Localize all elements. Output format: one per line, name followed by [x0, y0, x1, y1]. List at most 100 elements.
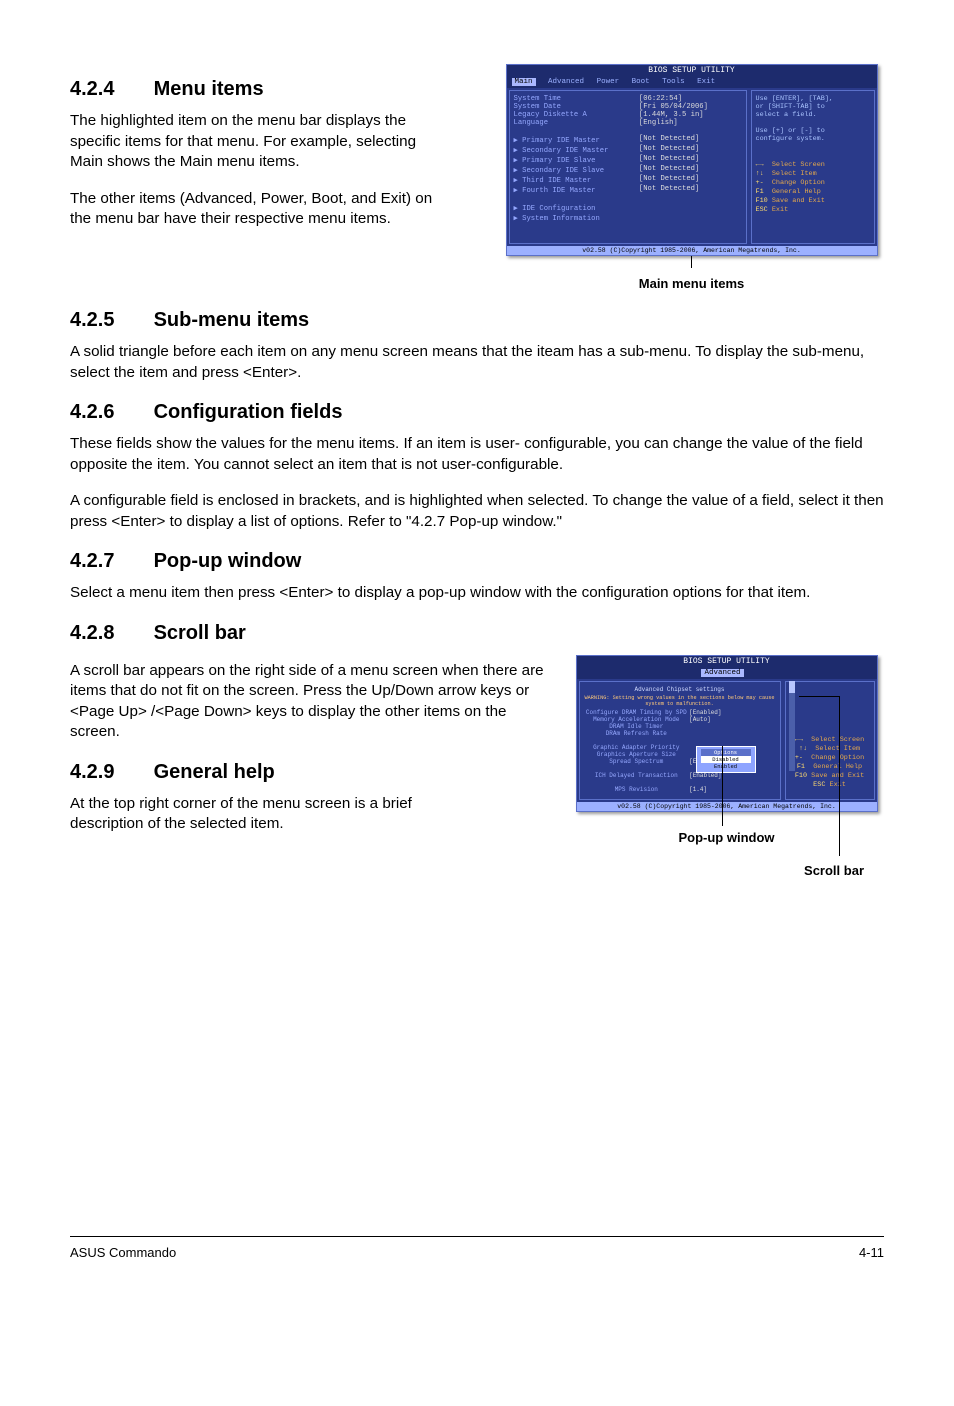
footer-left: ASUS Commando	[70, 1245, 176, 1260]
popup-title: Options	[701, 749, 751, 756]
help-l6: configure system.	[756, 135, 870, 143]
tab-boot: Boot	[632, 78, 650, 86]
nav-d: Change Option	[772, 179, 825, 187]
nav-k: +-	[756, 179, 764, 187]
scrollbar-thumb	[789, 681, 795, 693]
row-val: [Not Detected]	[639, 135, 699, 145]
heading-title: Menu items	[154, 78, 264, 100]
row-val: [06:22:54]	[639, 95, 682, 103]
bios-right-panel: Use [ENTER], [TAB], or [SHIFT-TAB] to se…	[751, 90, 875, 244]
tab-exit: Exit	[697, 78, 715, 86]
row-val: [Not Detected]	[639, 165, 699, 175]
bios-title: BIOS SETUP UTILITY	[507, 65, 877, 76]
heading-title: Scroll bar	[154, 622, 246, 644]
nav-d: General Help	[772, 188, 821, 196]
row-lbl: ▶ Secondary IDE Slave	[514, 165, 639, 175]
para-425: A solid triangle before each item on any…	[70, 342, 884, 383]
row-lbl: ▶ IDE Configuration	[514, 203, 639, 213]
bios-popup-screenshot: BIOS SETUP UTILITY Advanced Advanced Chi…	[576, 655, 878, 812]
para-429: At the top right corner of the menu scre…	[70, 794, 440, 835]
bios-footer: v02.58 (C)Copyright 1985-2006, American …	[507, 246, 877, 255]
row-lbl: DRAm Refresh Rate	[584, 730, 690, 737]
row-lbl: System Date	[514, 103, 639, 111]
row-lbl: ▶ System Information	[514, 213, 639, 223]
nav-d: Save and Exit	[772, 197, 825, 205]
scrollbar-track	[789, 681, 795, 771]
heading-title: Configuration fields	[154, 401, 343, 423]
nav-k: ↑↓	[756, 170, 764, 178]
nav-k: ←→	[756, 161, 764, 169]
nav-keys: ←→ Select Screen ↑↓ Select Item +- Chang…	[756, 161, 870, 214]
heading-428: 4.2.8 Scroll bar	[70, 622, 884, 645]
scroll-pointer-h	[799, 696, 839, 697]
bios-body-2: Advanced Chipset settings WARNING: Setti…	[577, 679, 877, 802]
section-424-text: 4.2.4 Menu items The highlighted item on…	[70, 60, 440, 246]
help-l2: or [SHIFT-TAB] to	[756, 103, 870, 111]
section-424: 4.2.4 Menu items The highlighted item on…	[70, 60, 884, 291]
row-lbl: ▶ Third IDE Master	[514, 175, 639, 185]
row-lbl: Memory Acceleration Mode	[584, 716, 690, 723]
row-lbl: ▶ Primary IDE Slave	[514, 155, 639, 165]
para-426-1: These fields show the values for the men…	[70, 434, 884, 475]
heading-title: General help	[154, 761, 275, 783]
heading-num: 4.2.8	[70, 622, 148, 645]
nav-k: ESC	[756, 206, 768, 214]
heading-424: 4.2.4 Menu items	[70, 78, 440, 101]
tab-advanced-2: Advanced	[701, 669, 743, 677]
heading-num: 4.2.7	[70, 550, 148, 573]
bios-right-2: ←→ Select Screen ↑↓ Select Item +- Chang…	[785, 681, 875, 800]
row-lbl: Legacy Diskette A	[514, 111, 639, 119]
caption-scrollbar: Scroll bar	[569, 863, 884, 878]
footer-right: 4-11	[859, 1245, 884, 1260]
bios-left-2: Advanced Chipset settings WARNING: Setti…	[579, 681, 781, 800]
para-424-2: The other items (Advanced, Power, Boot, …	[70, 189, 440, 230]
heading-num: 4.2.4	[70, 78, 148, 101]
figure-popup: BIOS SETUP UTILITY Advanced Advanced Chi…	[569, 655, 884, 878]
row-val: [Not Detected]	[639, 175, 699, 185]
heading-426: 4.2.6 Configuration fields	[70, 401, 884, 424]
row-val: [English]	[639, 119, 678, 127]
caption-main-menu: Main menu items	[499, 276, 884, 291]
row-val: [1.44M, 3.5 in]	[639, 111, 704, 119]
bios-main-screenshot: BIOS SETUP UTILITY Main Advanced Power B…	[506, 64, 878, 256]
nav-k: F10	[795, 772, 807, 780]
help-l3: select a field.	[756, 111, 870, 119]
nav-d: Exit	[772, 206, 788, 214]
row-lbl: Graphics Aperture Size	[584, 751, 690, 758]
heading-num: 4.2.6	[70, 401, 148, 424]
bios-body: System Time[06:22:54] System Date[Fri 05…	[507, 88, 877, 246]
row-val: [Auto]	[689, 716, 711, 723]
nav-k: F1	[756, 188, 764, 196]
heading-title: Pop-up window	[154, 550, 302, 572]
nav-k: ←→	[795, 736, 803, 744]
heading-num: 4.2.5	[70, 309, 148, 332]
panel-warning: WARNING: Setting wrong values in the sec…	[584, 695, 776, 707]
caption-popup: Pop-up window	[569, 830, 884, 845]
popup-box: Options Disabled Enabled	[696, 746, 756, 773]
panel-heading: Advanced Chipset settings	[584, 686, 776, 693]
nav-k: +-	[795, 754, 803, 762]
popup-pointer	[722, 746, 723, 826]
row-lbl: Spread Spectrum	[584, 758, 690, 765]
help-l1: Use [ENTER], [TAB],	[756, 95, 870, 103]
heading-425: 4.2.5 Sub-menu items	[70, 309, 884, 332]
row-lbl: ICH Delayed Transaction	[584, 772, 690, 779]
row-lbl: ▶ Primary IDE Master	[514, 135, 639, 145]
figure-main-menu: BIOS SETUP UTILITY Main Advanced Power B…	[499, 64, 884, 291]
bios-footer-2: v02.58 (C)Copyright 1985-2006, American …	[577, 802, 877, 811]
row-val: [Not Detected]	[639, 185, 699, 195]
para-424-1: The highlighted item on the menu bar dis…	[70, 111, 440, 173]
popup-opt1: Disabled	[701, 756, 751, 763]
page: 4.2.4 Menu items The highlighted item on…	[0, 0, 954, 1300]
bios-tabs-2: Advanced	[577, 667, 877, 679]
tab-advanced: Advanced	[548, 78, 584, 86]
help-l5: Use [+] or [-] to	[756, 127, 870, 135]
nav-k: F1	[797, 763, 805, 771]
nav-k: F10	[756, 197, 768, 205]
row-lbl: Graphic Adapter Priority	[584, 744, 690, 751]
scroll-pointer-v	[839, 696, 840, 856]
row-val: [Enabled]	[689, 772, 721, 779]
row-lbl: DRAM Idle Timer	[584, 723, 690, 730]
nav-d: Select Screen	[772, 161, 825, 169]
tab-tools: Tools	[662, 78, 685, 86]
